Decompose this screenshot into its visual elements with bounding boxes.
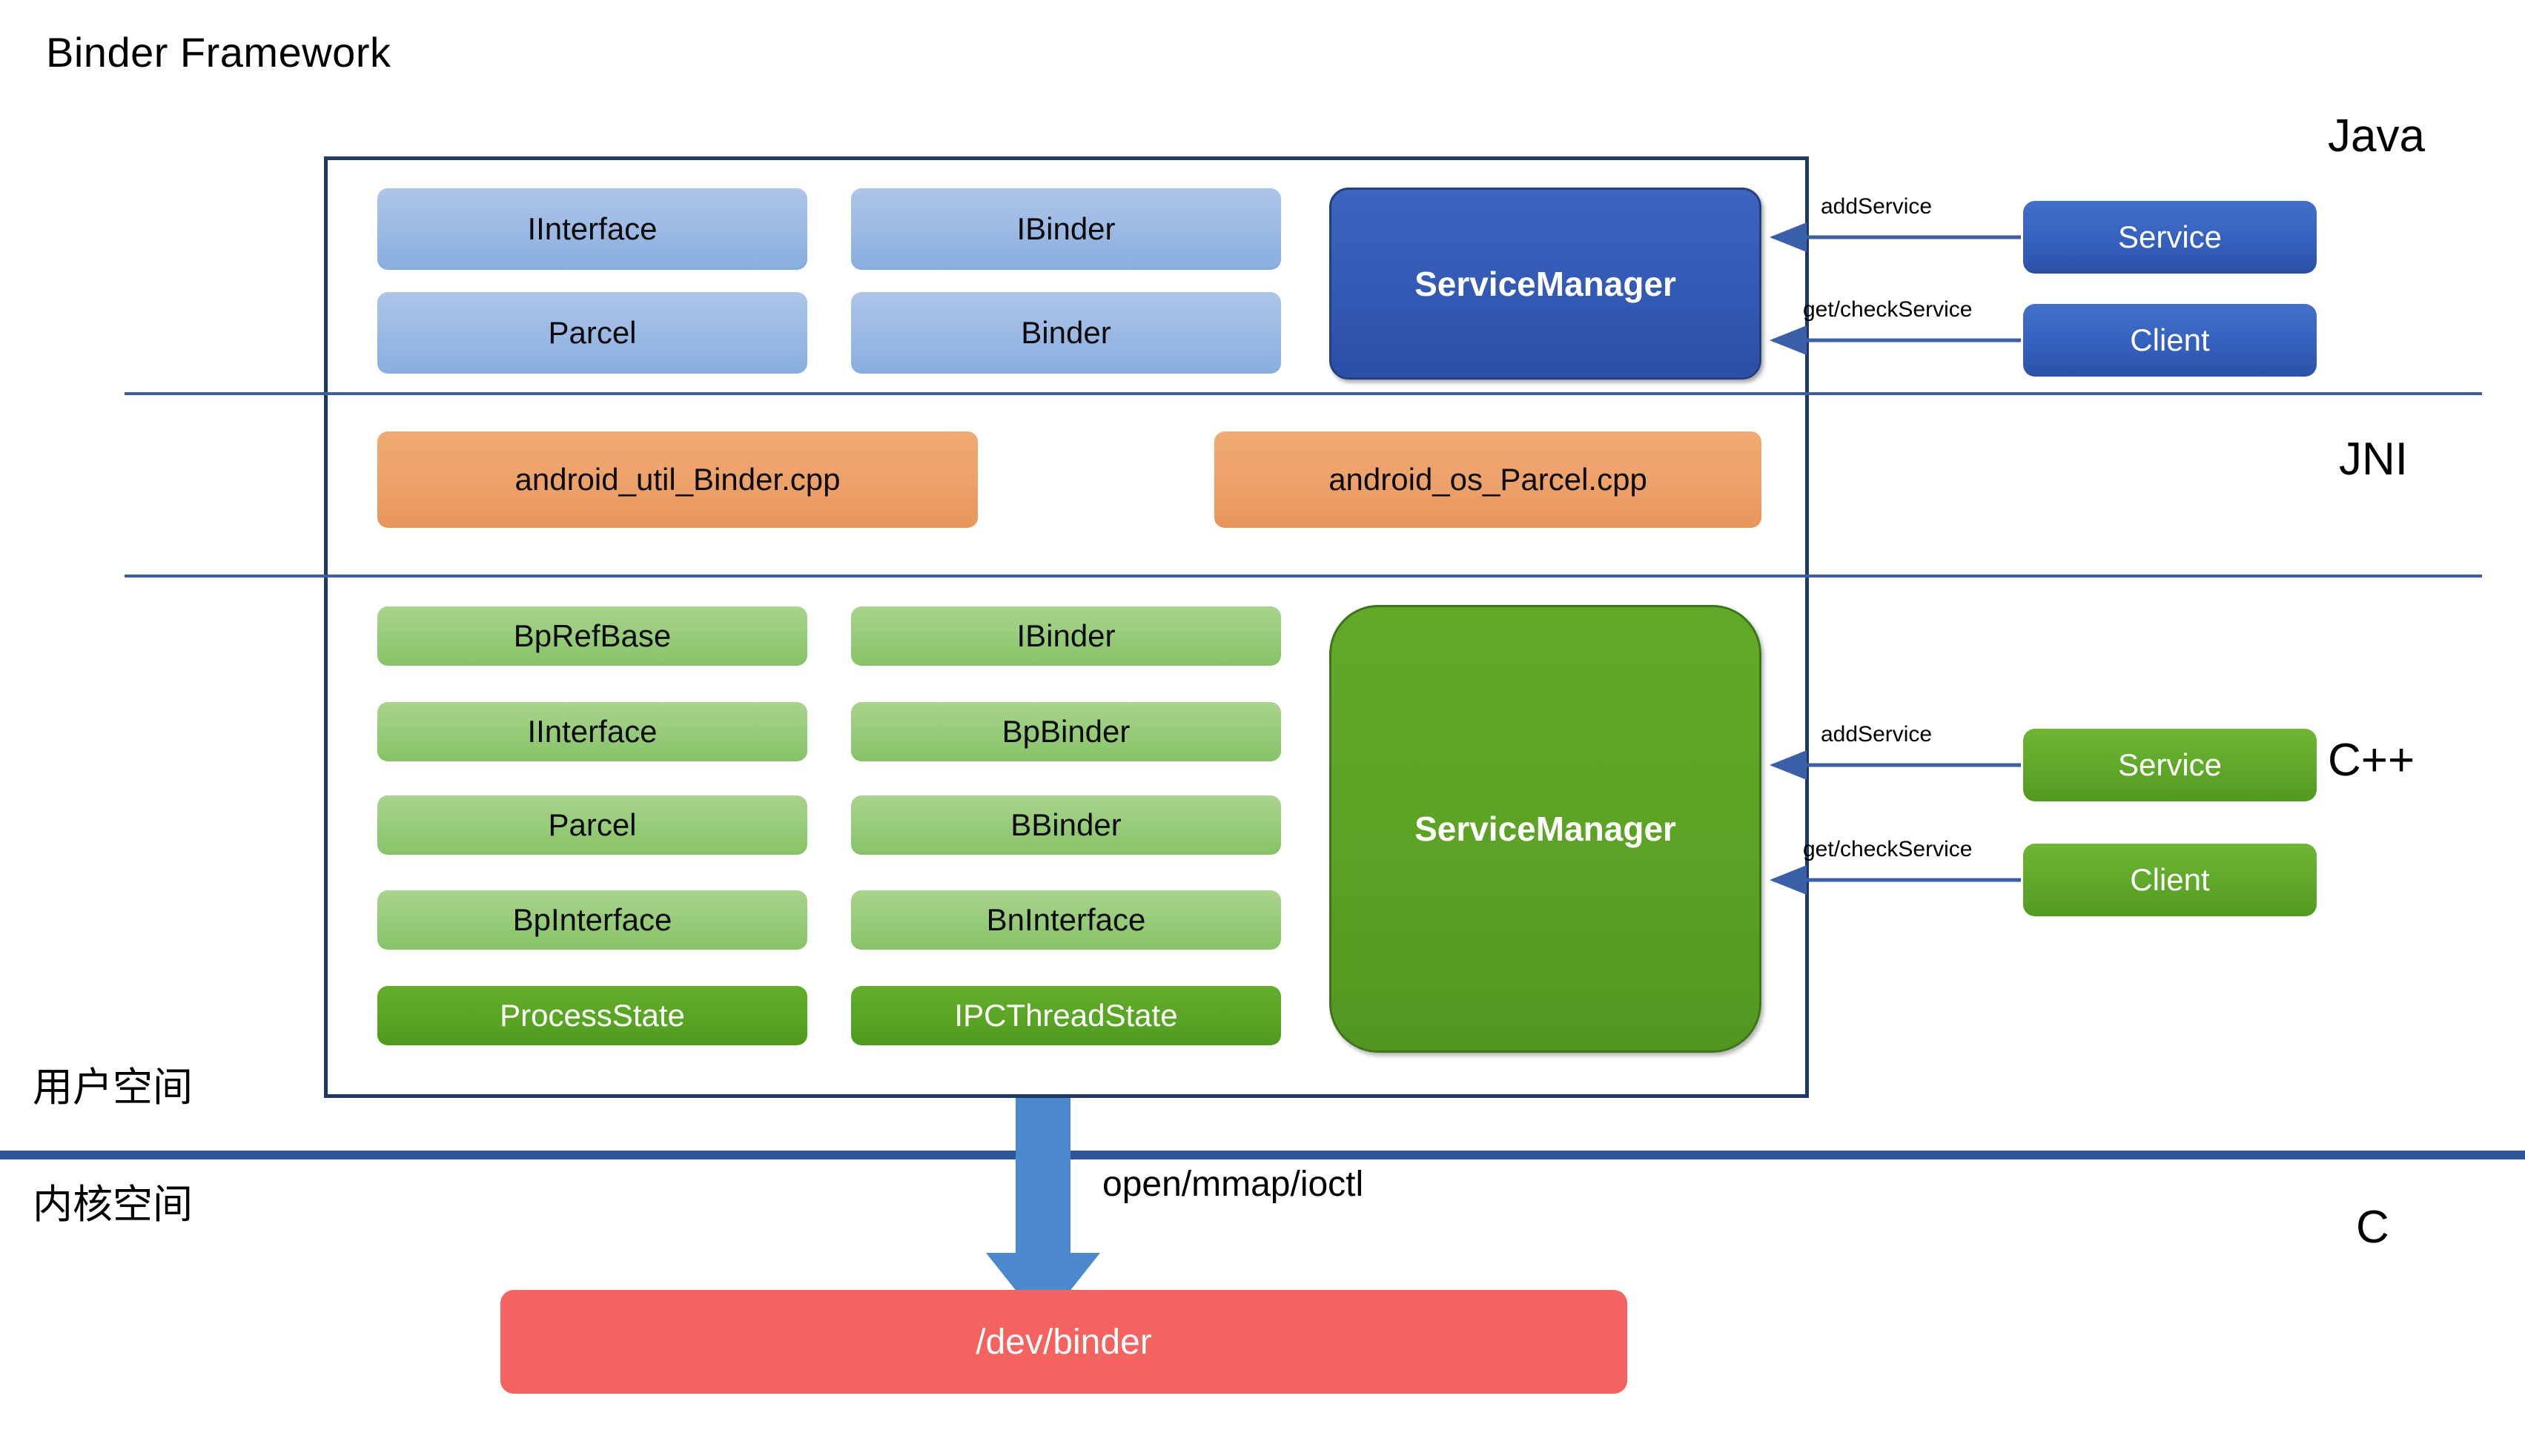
cpp-service-manager[interactable]: ServiceManager [1329, 605, 1761, 1053]
java-chip-ibinder[interactable]: IBinder [851, 188, 1281, 270]
java-chip-iinterface[interactable]: IInterface [377, 188, 807, 270]
layer-label-jni: JNI [2339, 434, 2408, 485]
cpp-actor-service[interactable]: Service [2023, 729, 2317, 801]
jni-chip-android-util-binder[interactable]: android_util_Binder.cpp [377, 431, 978, 528]
java-arrow-label-getcheckservice: get/checkService [1803, 297, 1973, 322]
cpp-chip-ipcthreadstate[interactable]: IPCThreadState [851, 986, 1281, 1045]
cpp-arrow-label-addservice: addService [1821, 722, 1933, 747]
cpp-chip-bpbinder[interactable]: BpBinder [851, 702, 1281, 761]
cpp-chip-bninterface[interactable]: BnInterface [851, 890, 1281, 950]
java-actor-client[interactable]: Client [2023, 304, 2317, 377]
diagram-canvas: Binder Framework Java JNI C++ C 用户空间 内核空… [0, 0, 2525, 1456]
java-actor-service[interactable]: Service [2023, 201, 2317, 274]
layer-label-cpp: C++ [2328, 735, 2415, 786]
cpp-chip-bprefbase[interactable]: BpRefBase [377, 606, 807, 666]
syscall-label: open/mmap/ioctl [1102, 1165, 1364, 1204]
java-arrow-label-addservice: addService [1821, 194, 1933, 219]
cpp-chip-processstate[interactable]: ProcessState [377, 986, 807, 1045]
page-title: Binder Framework [46, 29, 391, 76]
device-node-dev-binder[interactable]: /dev/binder [500, 1290, 1627, 1394]
cpp-chip-bpinterface[interactable]: BpInterface [377, 890, 807, 950]
cpp-chip-bbinder[interactable]: BBinder [851, 795, 1281, 855]
layer-label-java: Java [2328, 110, 2425, 162]
java-chip-binder[interactable]: Binder [851, 292, 1281, 374]
kernel-space-label: 内核空间 [33, 1182, 193, 1227]
divider-user-kernel [0, 1151, 2525, 1159]
jni-chip-android-os-parcel[interactable]: android_os_Parcel.cpp [1214, 431, 1761, 528]
cpp-chip-iinterface[interactable]: IInterface [377, 702, 807, 761]
layer-label-c: C [2356, 1202, 2389, 1253]
cpp-chip-parcel[interactable]: Parcel [377, 795, 807, 855]
java-chip-parcel[interactable]: Parcel [377, 292, 807, 374]
java-service-manager[interactable]: ServiceManager [1329, 188, 1761, 380]
divider-java-jni [125, 392, 2482, 395]
cpp-actor-client[interactable]: Client [2023, 844, 2317, 916]
user-space-label: 用户空间 [33, 1065, 193, 1110]
cpp-arrow-label-getcheckservice: get/checkService [1803, 837, 1973, 861]
cpp-chip-ibinder[interactable]: IBinder [851, 606, 1281, 666]
divider-jni-cpp [125, 575, 2482, 578]
